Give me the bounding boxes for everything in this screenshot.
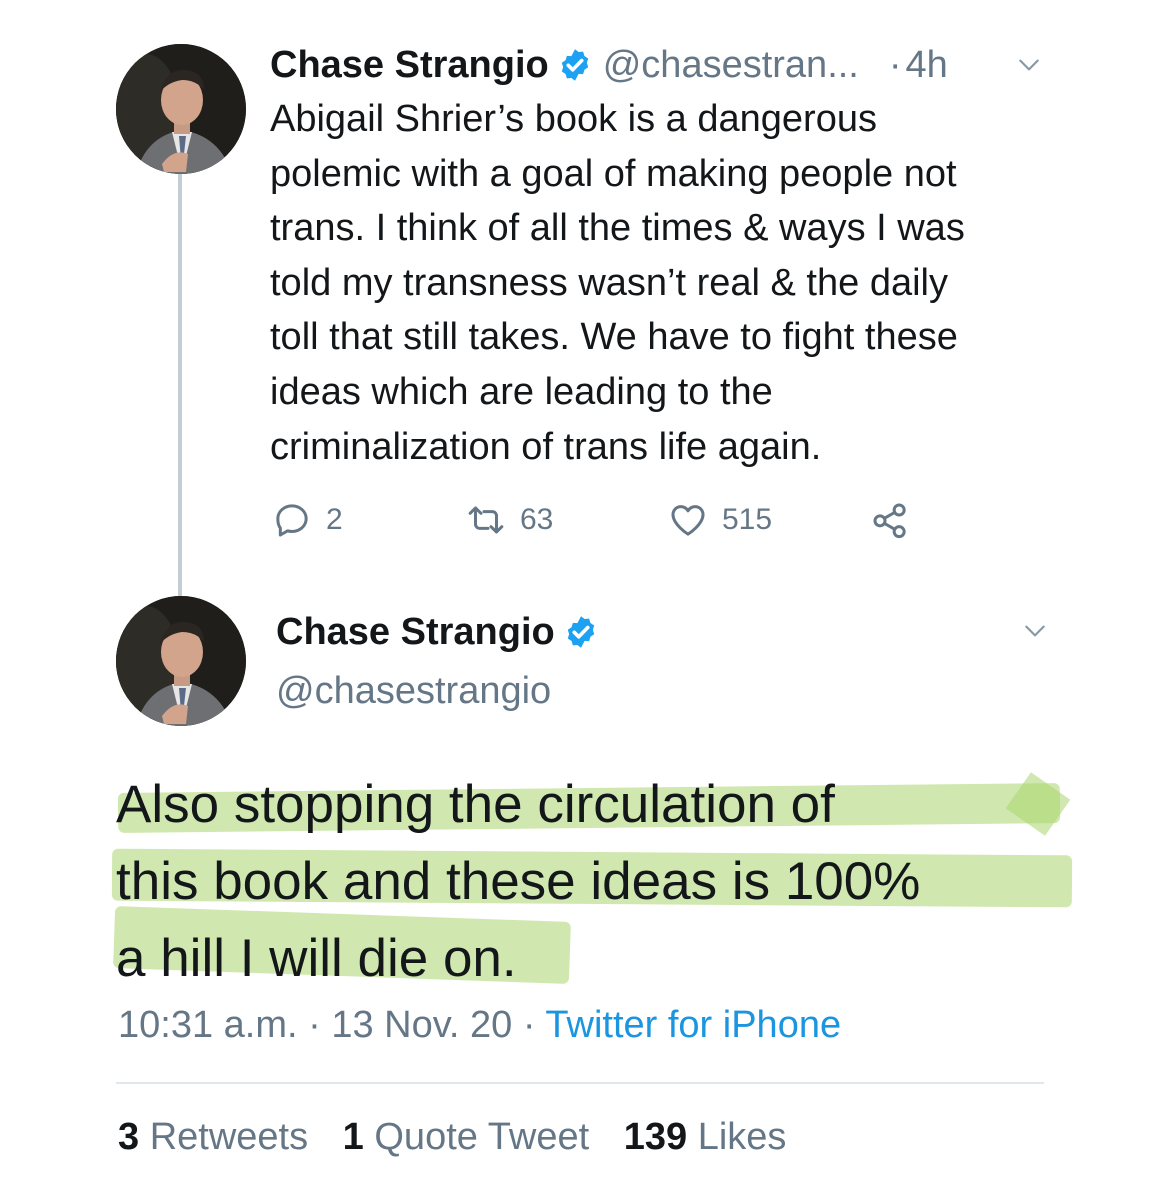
avatar[interactable] (116, 596, 246, 726)
tweet-text-line: trans. I think of all the times & ways I… (270, 207, 965, 250)
separator-dot: · (522, 1004, 536, 1046)
retweet-icon (466, 500, 506, 540)
tweet-date[interactable]: 13 Nov. 20 (331, 1004, 512, 1046)
author-handle[interactable]: @chasestran... (603, 44, 859, 87)
tweet-time[interactable]: 10:31 a.m. (118, 1004, 298, 1046)
retweet-button[interactable]: 63 (466, 498, 553, 542)
tweet-text-line: toll that still takes. We have to fight … (270, 316, 958, 359)
like-button[interactable]: 515 (668, 498, 772, 542)
retweets-label: Retweets (149, 1116, 309, 1158)
likes-count: 139 (623, 1116, 688, 1158)
retweet-count: 63 (520, 503, 554, 536)
reply-count: 2 (326, 503, 343, 536)
tweet-text-line: a hill I will die on. (116, 929, 517, 988)
share-button[interactable] (870, 498, 910, 542)
tweet1-header: Chase Strangio @chasestran... · 4h (270, 40, 948, 90)
quote-tweets-count: 1 (342, 1116, 364, 1158)
separator-dot: · (308, 1004, 321, 1046)
tweet-time[interactable]: 4h (906, 44, 948, 87)
likes-stat[interactable]: 139 Likes (624, 1116, 787, 1158)
tweet-source-link[interactable]: Twitter for iPhone (545, 1004, 841, 1046)
verified-badge-icon (563, 614, 599, 650)
avatar-photo (116, 596, 246, 726)
separator-dot: · (888, 43, 902, 86)
author-name[interactable]: Chase Strangio (276, 611, 555, 654)
tweet-text-line: told my transness wasn’t real & the dail… (270, 261, 948, 304)
quote-tweets-label: Quote Tweet (374, 1116, 590, 1158)
tweet2-text: Also stopping the circulation of this bo… (116, 766, 1116, 997)
heart-icon (668, 500, 708, 540)
chevron-down-icon[interactable] (1016, 52, 1042, 78)
author-name[interactable]: Chase Strangio (270, 44, 549, 87)
tweet-text-line: Also stopping the circulation of (116, 775, 835, 834)
tweet-text-line: polemic with a goal of making people not (270, 152, 957, 195)
like-count: 515 (722, 503, 773, 536)
avatar-photo (116, 44, 246, 174)
tweet-text-line: ideas which are leading to the (270, 370, 773, 413)
tweet2-header: Chase Strangio (276, 608, 599, 656)
author-handle[interactable]: @chasestrangio (276, 670, 551, 713)
tweet-text-line: this book and these ideas is 100% (116, 852, 921, 911)
quote-tweets-stat[interactable]: 1 Quote Tweet (343, 1116, 589, 1158)
thread-connector-line (178, 174, 182, 596)
retweets-stat[interactable]: 3 Retweets (118, 1116, 308, 1158)
share-icon (870, 500, 910, 540)
tweet1-text: Abigail Shrier’s book is a dangerous pol… (270, 92, 1070, 474)
chevron-down-icon[interactable] (1022, 618, 1048, 644)
avatar[interactable] (116, 44, 246, 174)
reply-button[interactable]: 2 (272, 498, 343, 542)
tweet-text-line: criminalization of trans life again. (270, 425, 822, 468)
tweet-stats: 3 Retweets 1 Quote Tweet 139 Likes (118, 1116, 810, 1159)
tweet-meta: 10:31 a.m. · 13 Nov. 20 · Twitter for iP… (118, 1004, 841, 1047)
tweet-text-line: Abigail Shrier’s book is a dangerous (270, 98, 877, 140)
likes-label: Likes (697, 1116, 787, 1158)
divider (116, 1082, 1044, 1084)
reply-icon (272, 500, 312, 540)
verified-badge-icon (557, 47, 593, 83)
retweets-count: 3 (118, 1116, 140, 1158)
